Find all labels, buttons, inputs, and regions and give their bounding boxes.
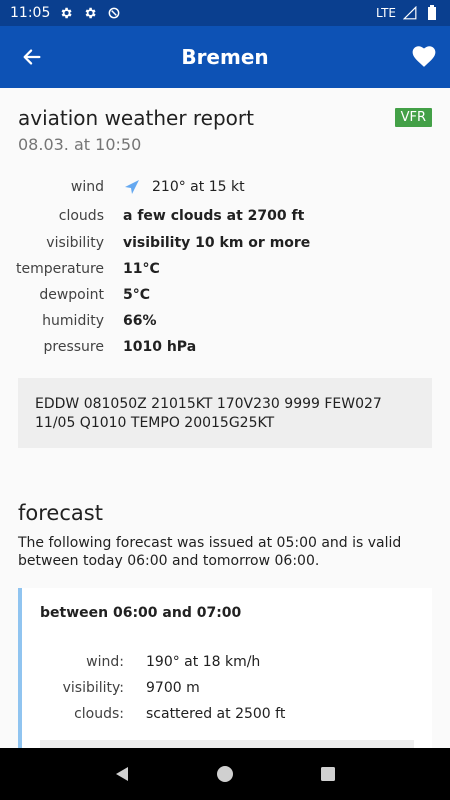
signal-icon: [402, 5, 418, 21]
wx-row-humidity: humidity 66%: [0, 308, 450, 334]
forecast-period: between 06:00 and 07:00: [40, 605, 242, 621]
wx-row-visibility: visibility visibility 10 km or more: [0, 230, 450, 256]
wx-value: 11°C: [123, 261, 160, 277]
status-time: 11:05: [10, 5, 51, 21]
wx-label: wind: [70, 179, 104, 195]
forecast-label: wind:: [86, 654, 124, 670]
forecast-card: between 06:00 and 07:00 wind: 190° at 18…: [18, 588, 432, 748]
forecast-label: visibility:: [62, 680, 124, 696]
wx-label: clouds: [58, 208, 104, 224]
favorite-button[interactable]: [410, 42, 438, 70]
system-nav-bar: [0, 748, 450, 800]
wx-row-clouds: clouds a few clouds at 2700 ft: [0, 203, 450, 229]
forecast-value: scattered at 2500 ft: [146, 706, 286, 722]
back-button[interactable]: [18, 43, 46, 71]
wx-value: a few clouds at 2700 ft: [123, 208, 305, 224]
wx-row-wind: wind 210° at 15 kt: [0, 174, 450, 200]
wx-row-pressure: pressure 1010 hPa: [0, 334, 450, 360]
flight-rules-badge: VFR: [394, 108, 432, 127]
metar-line: EDDW 081050Z 21015KT 170V230 9999 FEW027: [35, 396, 382, 412]
forecast-label: clouds:: [74, 706, 124, 722]
wx-label: visibility: [46, 235, 104, 251]
status-bar: 11:05 LTE: [0, 0, 450, 26]
home-circle-icon: [216, 766, 233, 782]
gear-icon: [82, 5, 98, 21]
forecast-value: 9700 m: [146, 680, 200, 696]
heart-icon: [412, 46, 436, 67]
forecast-description: The following forecast was issued at 05:…: [18, 535, 402, 569]
wx-value: 1010 hPa: [123, 339, 197, 355]
nav-recents-button[interactable]: [315, 761, 341, 787]
wx-row-dewpoint: dewpoint 5°C: [0, 282, 450, 308]
report-title: aviation weather report: [18, 106, 254, 130]
metar-line: 11/05 Q1010 TEMPO 20015G25KT: [35, 415, 275, 431]
nav-home-button[interactable]: [212, 761, 238, 787]
arrow-left-icon: [23, 49, 41, 65]
page-title: Bremen: [181, 45, 269, 69]
wx-value: visibility 10 km or more: [123, 235, 311, 251]
forecast-row-wind: wind: 190° at 18 km/h: [22, 650, 432, 674]
wx-value: 5°C: [123, 287, 151, 303]
content-scroll[interactable]: aviation weather report 08.03. at 10:50 …: [0, 88, 450, 748]
wx-label: dewpoint: [39, 287, 104, 303]
wx-value: 66%: [123, 313, 157, 329]
forecast-title: forecast: [18, 501, 103, 525]
metar-raw-box: EDDW 081050Z 21015KT 170V230 9999 FEW027…: [18, 378, 432, 448]
wx-label: temperature: [16, 261, 104, 277]
wx-label: humidity: [42, 313, 104, 329]
nav-back-button[interactable]: [109, 761, 135, 787]
gear-icon: [58, 5, 74, 21]
forecast-sub-box: [40, 740, 414, 748]
forecast-row-visibility: visibility: 9700 m: [22, 676, 432, 700]
report-time: 08.03. at 10:50: [18, 135, 142, 154]
forecast-row-clouds: clouds: scattered at 2500 ft: [22, 702, 432, 726]
app-bar: Bremen: [0, 26, 450, 88]
recents-square-icon: [321, 767, 336, 781]
battery-icon: [424, 5, 440, 21]
sync-icon: [106, 5, 122, 21]
back-triangle-icon: [115, 767, 128, 781]
wx-value: 210° at 15 kt: [152, 179, 245, 195]
wx-label: pressure: [43, 339, 104, 355]
wind-direction-icon: [123, 178, 141, 196]
network-type: LTE: [376, 6, 396, 20]
forecast-value: 190° at 18 km/h: [146, 654, 261, 670]
wx-row-temperature: temperature 11°C: [0, 256, 450, 282]
